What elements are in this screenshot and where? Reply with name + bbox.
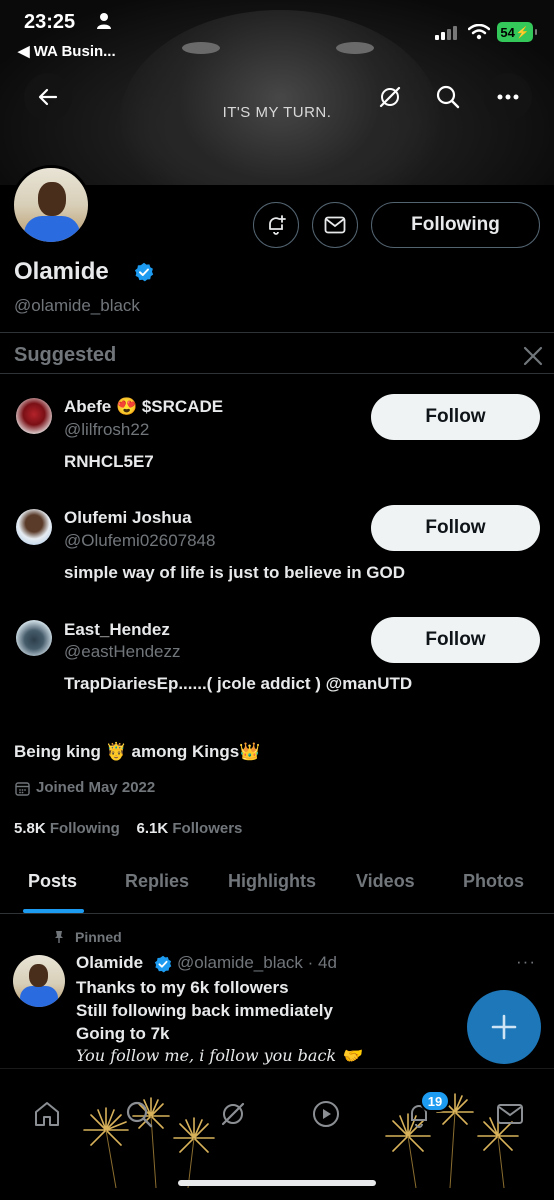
- suggested-name[interactable]: Abefe 😍 $SRCADE: [64, 397, 223, 417]
- joined-date: Joined May 2022: [36, 779, 156, 796]
- calendar-icon: [15, 782, 30, 796]
- suggested-bio: TrapDiariesEp......( jcole addict ) @man…: [64, 674, 413, 693]
- following-count: 5.8K: [14, 820, 46, 837]
- follow-button-east-hendez[interactable]: Follow: [371, 617, 540, 663]
- fireworks-decoration: [385, 1093, 519, 1188]
- verified-badge-icon: [135, 262, 154, 282]
- suggested-title: Suggested: [14, 344, 117, 366]
- suggested-bio: RNHCL5E7: [64, 452, 154, 471]
- divider: [0, 332, 554, 333]
- fireworks-decoration: [83, 1097, 215, 1188]
- nav-videos[interactable]: [309, 1097, 343, 1131]
- followers-count: 6.1K: [136, 820, 169, 837]
- arrow-left-icon: [38, 88, 58, 106]
- battery-indicator: 54 ⚡: [497, 22, 537, 42]
- suggested-handle: @Olufemi02607848: [64, 531, 216, 550]
- bell-plus-icon: [269, 215, 286, 235]
- post-author-name[interactable]: Olamide: [76, 953, 143, 973]
- more-options-button[interactable]: [484, 73, 532, 121]
- followers-stat-link[interactable]: 6.1K Followers: [137, 820, 243, 837]
- status-time: 23:25: [24, 11, 76, 33]
- back-button[interactable]: [24, 73, 72, 121]
- post-text-line: Going to 7k: [76, 1024, 170, 1043]
- profile-avatar[interactable]: [11, 165, 91, 245]
- search-icon: [436, 85, 460, 109]
- post-more-button[interactable]: ···: [516, 952, 536, 972]
- plus-icon: [491, 1014, 517, 1040]
- banner-text: IT'S MY TURN.: [222, 104, 332, 121]
- home-indicator: [178, 1180, 376, 1186]
- person-icon: [97, 13, 111, 29]
- search-icon: [126, 1101, 153, 1128]
- search-button[interactable]: [434, 83, 462, 111]
- grok-icon: [221, 1102, 245, 1126]
- follow-button-abefe[interactable]: Follow: [371, 394, 540, 440]
- following-label: Following: [49, 820, 120, 837]
- tab-replies[interactable]: Replies: [125, 871, 189, 892]
- notifications-badge: 19: [420, 1090, 450, 1112]
- tab-videos[interactable]: Videos: [356, 871, 415, 892]
- grok-button[interactable]: [376, 83, 404, 111]
- suggested-handle: @eastHendezz: [64, 642, 181, 661]
- tab-highlights[interactable]: Highlights: [228, 871, 316, 892]
- tab-photos[interactable]: Photos: [463, 871, 524, 892]
- divider: [0, 373, 554, 374]
- suggested-handle: @lilfrosh22: [64, 420, 150, 439]
- nav-messages[interactable]: [493, 1097, 527, 1131]
- follow-stats: 5.8K Following 6.1K Followers: [14, 820, 242, 837]
- grok-icon: [379, 86, 401, 108]
- cellular-signal-icon: [435, 24, 461, 40]
- divider: [0, 913, 554, 914]
- close-icon[interactable]: [521, 344, 545, 368]
- status-bar: 23:25 ◀ WA Busin... 54 ⚡: [0, 0, 554, 70]
- envelope-icon: [324, 216, 346, 234]
- pinned-label: Pinned: [75, 929, 122, 945]
- profile-name: Olamide: [14, 258, 109, 285]
- compose-post-button[interactable]: [467, 990, 541, 1064]
- profile-handle: @olamide_black: [14, 296, 140, 315]
- post-text-italic: You follow me, i follow you back 🤝: [76, 1046, 362, 1065]
- back-to-app-link[interactable]: ◀ WA Busin...: [18, 42, 116, 60]
- nav-home[interactable]: [30, 1097, 64, 1131]
- more-horizontal-icon: [497, 94, 519, 100]
- wifi-icon: [468, 24, 490, 40]
- profile-bio: Being king 🤴 among Kings👑: [14, 742, 261, 761]
- tab-posts[interactable]: Posts: [28, 871, 77, 892]
- post-meta: @olamide_black · 4d: [177, 953, 337, 972]
- home-icon: [35, 1102, 59, 1126]
- verified-badge-icon: [154, 955, 172, 973]
- post-author-avatar[interactable]: [13, 955, 65, 1007]
- nav-grok[interactable]: [216, 1097, 250, 1131]
- following-button[interactable]: Following: [371, 202, 540, 248]
- play-circle-icon: [313, 1101, 339, 1127]
- followers-label: Followers: [172, 820, 243, 837]
- charging-icon: ⚡: [515, 26, 530, 39]
- suggested-name[interactable]: East_Hendez: [64, 620, 170, 640]
- battery-level: 54: [500, 24, 515, 40]
- follow-button-olufemi[interactable]: Follow: [371, 505, 540, 551]
- suggested-bio: simple way of life is just to believe in…: [64, 563, 406, 582]
- notifications-subscribe-button[interactable]: [253, 202, 299, 248]
- suggested-avatar-olufemi[interactable]: [16, 509, 52, 545]
- suggested-name[interactable]: Olufemi Joshua: [64, 508, 192, 528]
- post-text-line: Thanks to my 6k followers: [76, 978, 289, 997]
- suggested-avatar-abefe[interactable]: [16, 398, 52, 434]
- post-text-line: Still following back immediately: [76, 1001, 333, 1020]
- suggested-avatar-east-hendez[interactable]: [16, 620, 52, 656]
- pin-icon: [55, 931, 63, 943]
- following-stat-link[interactable]: 5.8K Following: [14, 820, 120, 837]
- envelope-icon: [497, 1104, 523, 1124]
- message-button[interactable]: [312, 202, 358, 248]
- nav-search[interactable]: [122, 1097, 156, 1131]
